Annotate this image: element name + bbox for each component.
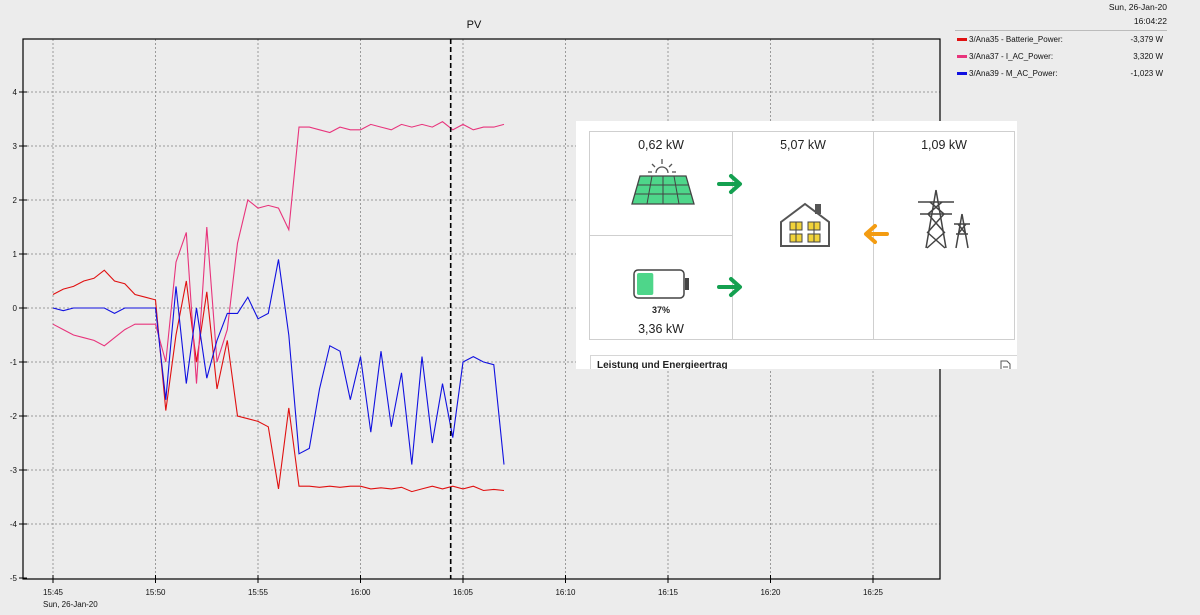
legend-name: 3/Ana39 - M_AC_Power:	[969, 69, 1058, 78]
x-tick-label: 16:20	[760, 588, 781, 597]
grid-power-value: 1,09 kW	[921, 138, 967, 152]
legend-swatch	[957, 55, 967, 58]
arrow-right-icon	[717, 277, 742, 297]
energy-flow-panel: 0,62 kW 37% 3,36 kW 5,07 kW 1,09 kW Leis…	[576, 121, 1017, 369]
legend-value: 3,320 W	[1133, 52, 1163, 61]
x-axis-date-label: Sun, 26-Jan-20	[43, 600, 98, 609]
legend-swatch	[957, 72, 967, 75]
series-lines	[52, 121, 505, 493]
x-tick-label: 16:10	[555, 588, 576, 597]
arrow-right-icon	[717, 174, 742, 194]
chart-title: PV	[467, 19, 482, 31]
legend-item[interactable]: 3/Ana37 - I_AC_Power: 3,320 W	[955, 48, 1167, 65]
battery-soc-label: 37%	[651, 305, 670, 315]
battery-level-fill	[637, 273, 654, 295]
energy-section-title: Leistung und Energieertrag	[597, 360, 728, 369]
legend-value: -1,023 W	[1130, 69, 1163, 78]
legend-time: 16:04:22	[1133, 16, 1167, 26]
series-line	[52, 269, 505, 493]
y-tick-label: 3	[13, 142, 18, 151]
legend-date: Sun, 26-Jan-20	[1108, 2, 1167, 12]
y-tick-label: -3	[10, 466, 18, 475]
solar-panel-icon	[631, 159, 695, 205]
legend-swatch	[957, 38, 967, 41]
pv-cell[interactable]: 0,62 kW	[589, 131, 733, 236]
x-tick-label: 15:45	[43, 588, 64, 597]
legend-value: -3,379 W	[1130, 35, 1163, 44]
x-tick-label: 16:05	[453, 588, 474, 597]
x-tick-label: 16:15	[658, 588, 679, 597]
y-tick-label: -2	[10, 412, 18, 421]
grid-cell[interactable]: 1,09 kW	[864, 131, 1015, 340]
house-icon	[780, 202, 830, 247]
y-tick-label: -1	[10, 358, 18, 367]
legend-name: 3/Ana35 - Batterie_Power:	[969, 35, 1063, 44]
y-tick-label: 4	[13, 88, 18, 97]
legend-name: 3/Ana37 - I_AC_Power:	[969, 52, 1054, 61]
series-line	[52, 121, 505, 384]
y-axis-ticks: 4 3 2 1 0 -1 -2 -3 -4 -5	[10, 88, 27, 583]
x-tick-label: 16:25	[863, 588, 884, 597]
legend-item[interactable]: 3/Ana35 - Batterie_Power: -3,379 W	[955, 31, 1167, 48]
energy-section-header[interactable]: Leistung und Energieertrag	[590, 355, 1017, 369]
x-tick-label: 15:55	[248, 588, 269, 597]
arrow-left-icon	[864, 224, 889, 244]
sun-icon	[648, 159, 676, 174]
battery-cell[interactable]: 37% 3,36 kW	[589, 235, 733, 340]
house-power-value: 5,07 kW	[780, 138, 826, 152]
y-tick-label: 2	[13, 196, 18, 205]
power-tower-icon	[918, 189, 970, 249]
document-icon[interactable]	[1000, 360, 1011, 369]
legend-panel: Sun, 26-Jan-20 16:04:22 3/Ana35 - Batter…	[955, 0, 1167, 82]
x-axis-ticks: 15:45 15:50 15:55 16:00 16:05 16:10 16:15 16:20…	[43, 575, 884, 597]
x-tick-label: 15:50	[145, 588, 166, 597]
battery-power-value: 3,36 kW	[638, 322, 684, 336]
battery-icon	[633, 269, 689, 299]
y-tick-label: 0	[13, 304, 18, 313]
y-tick-label: 1	[13, 250, 18, 259]
y-tick-label: -5	[10, 574, 18, 583]
x-tick-label: 16:00	[350, 588, 371, 597]
legend-item[interactable]: 3/Ana39 - M_AC_Power: -1,023 W	[955, 65, 1167, 82]
y-tick-label: -4	[10, 520, 18, 529]
pv-power-value: 0,62 kW	[638, 138, 684, 152]
